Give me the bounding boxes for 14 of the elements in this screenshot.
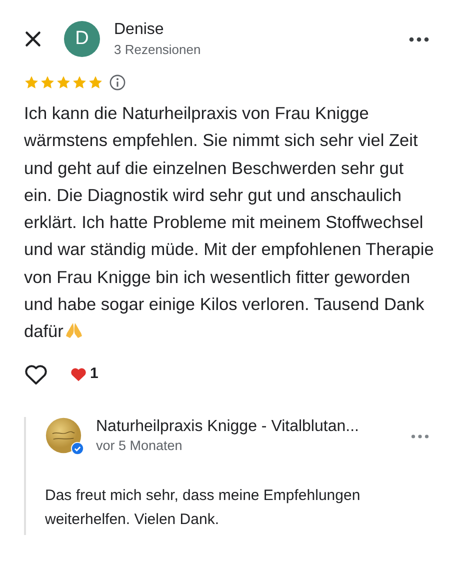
avatar: D <box>64 21 100 57</box>
review-count: 3 Rezensionen <box>114 42 202 57</box>
more-icon[interactable] <box>409 36 429 42</box>
heart-icon <box>70 366 87 382</box>
reaction-count: 1 <box>90 365 98 382</box>
owner-name: Naturheilpraxis Knigge - Vitalblutan... <box>96 418 360 436</box>
review-text: Ich kann die Naturheilpraxis von Frau Knigge wärmstens empfehlen. Sie nimmt sich sehr viel Zeit und geht auf die einzelnen Beschwerden sehr gut ein. Die Diagnostik wird sehr gut und anschaulich erklärt. Ich hatte Probleme mit meinem Stoffwechsel und war ständig müde. Mit der empfohlenen Therapie von Frau Knigge bin ich wesentlich fitter geworden und habe sogar einige Kilos verloren. Tausend Dank dafür <box>24 102 435 344</box>
info-icon[interactable] <box>109 74 126 91</box>
reviewer-name: Denise <box>114 21 165 39</box>
close-icon[interactable] <box>24 30 42 48</box>
business-logo-icon <box>45 416 82 454</box>
like-heart-icon[interactable] <box>24 362 48 385</box>
reply-text: Das freut mich sehr, dass meine Empfehlungen weiterhelfen. Vielen Dank. <box>45 486 362 530</box>
reply-time: vor 5 Monaten <box>96 438 184 453</box>
